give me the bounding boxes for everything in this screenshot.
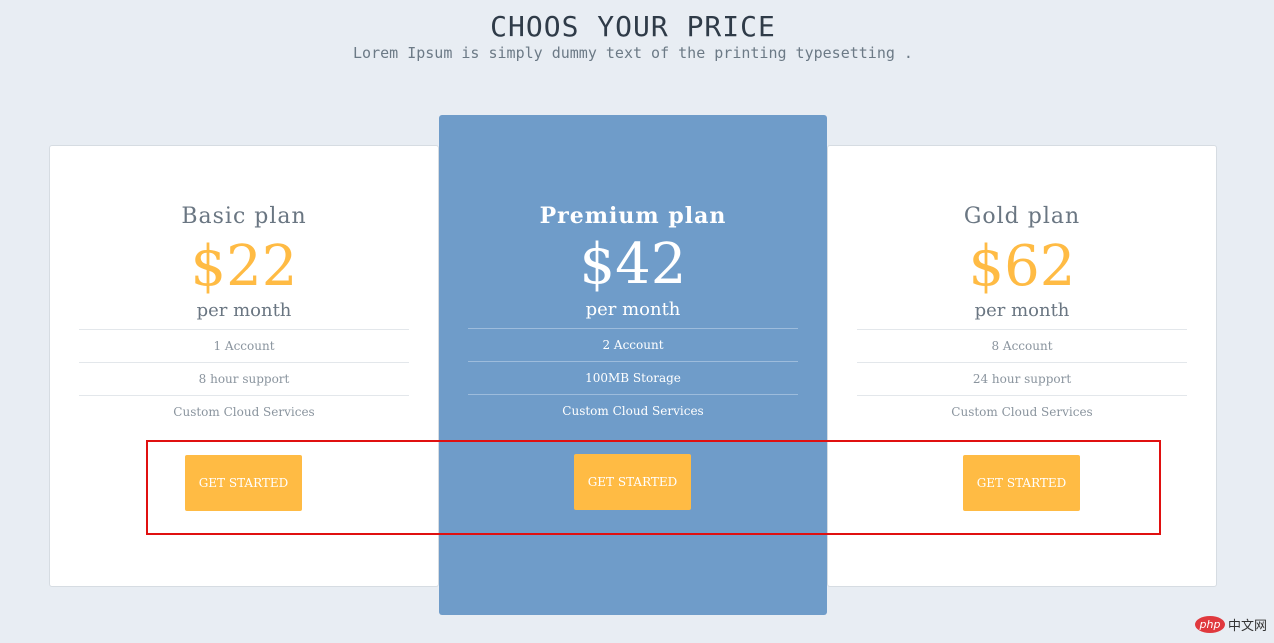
plan-price: $62 (968, 234, 1076, 299)
get-started-button-premium[interactable]: GET STARTED (574, 454, 691, 510)
feature-item: 2 Account (468, 329, 798, 362)
page-subtitle: Lorem Ipsum is simply dummy text of the … (353, 44, 913, 62)
plan-name: Premium plan (539, 203, 727, 229)
get-started-button-gold[interactable]: GET STARTED (963, 455, 1080, 511)
feature-item: Custom Cloud Services (562, 404, 704, 418)
feature-item: 8 Account (857, 330, 1187, 363)
plan-name: Basic plan (181, 204, 307, 229)
feature-item: 24 hour support (857, 363, 1187, 396)
page-title: CHOOS YOUR PRICE (490, 10, 776, 43)
feature-item: Custom Cloud Services (173, 405, 315, 419)
php-logo-icon: php (1194, 616, 1225, 633)
feature-list: 1 Account 8 hour support Custom Cloud Se… (79, 329, 409, 428)
get-started-button-basic[interactable]: GET STARTED (185, 455, 302, 511)
watermark-text: 中文网 (1227, 619, 1267, 634)
plan-period: per month (196, 300, 292, 321)
feature-item: 8 hour support (79, 363, 409, 396)
watermark: php 中文网 (1194, 615, 1267, 634)
feature-list: 8 Account 24 hour support Custom Cloud S… (857, 329, 1187, 428)
feature-list: 2 Account 100MB Storage Custom Cloud Ser… (468, 328, 798, 427)
plan-price: $22 (190, 234, 298, 299)
plan-name: Gold plan (963, 204, 1081, 229)
pricing-card-basic: Basic plan $22 per month 1 Account 8 hou… (49, 145, 439, 587)
plan-price: $42 (579, 232, 687, 297)
pricing-card-premium: Premium plan $42 per month 2 Account 100… (439, 115, 827, 615)
feature-item: 1 Account (79, 330, 409, 363)
pricing-card-gold: Gold plan $62 per month 8 Account 24 hou… (827, 145, 1217, 587)
feature-item: Custom Cloud Services (951, 405, 1093, 419)
plan-period: per month (585, 299, 681, 320)
plan-period: per month (974, 300, 1070, 321)
feature-item: 100MB Storage (468, 362, 798, 395)
